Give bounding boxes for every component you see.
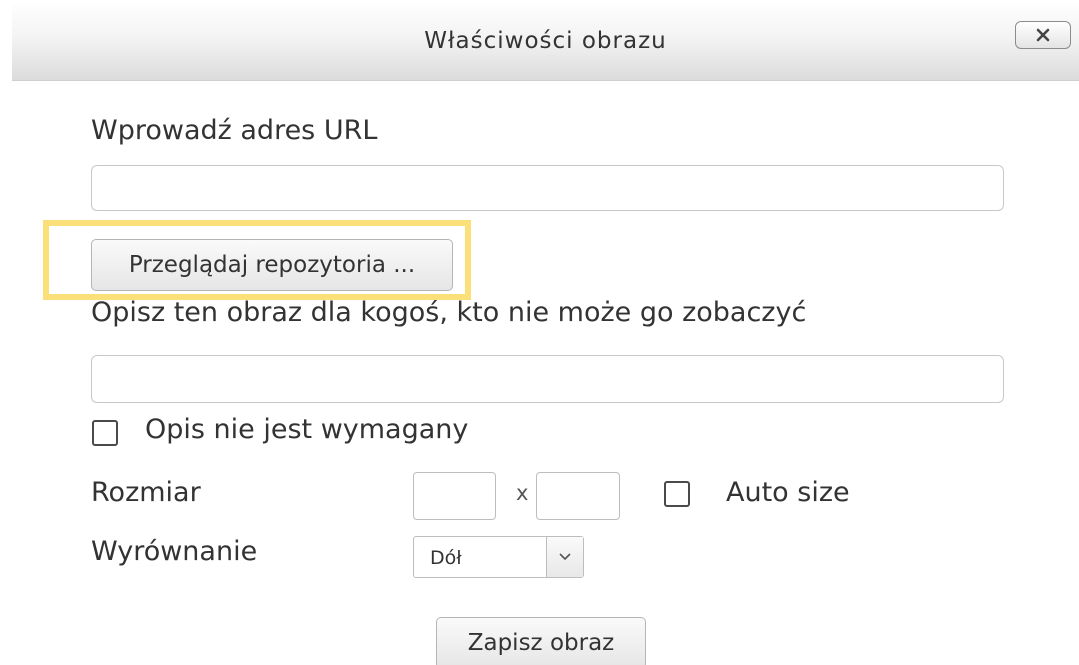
alignment-selected-value: Dół	[430, 547, 462, 569]
description-input[interactable]	[91, 355, 1004, 403]
description-not-required-checkbox[interactable]	[92, 420, 118, 446]
size-separator: x	[516, 481, 529, 505]
url-input[interactable]	[91, 165, 1004, 211]
alignment-select[interactable]: Dół	[413, 536, 584, 578]
alignment-label: Wyrównanie	[91, 536, 258, 567]
description-label: Opisz ten obraz dla kogoś, kto nie może …	[91, 297, 807, 328]
description-not-required-label: Opis nie jest wymagany	[145, 414, 469, 445]
size-label: Rozmiar	[91, 477, 201, 508]
dialog-title: Właściwości obrazu	[424, 28, 667, 54]
width-input[interactable]	[413, 472, 496, 520]
auto-size-label: Auto size	[726, 477, 850, 508]
close-icon	[1036, 28, 1050, 42]
browse-repositories-button[interactable]: Przeglądaj repozytoria ...	[91, 239, 453, 291]
chevron-down-icon	[559, 553, 571, 561]
dialog-titlebar: Właściwości obrazu	[12, 0, 1079, 81]
url-label: Wprowadź adres URL	[91, 115, 378, 146]
image-properties-dialog: Właściwości obrazu Wprowadź adres URL Pr…	[0, 0, 1079, 665]
close-button[interactable]	[1015, 21, 1071, 49]
height-input[interactable]	[536, 472, 620, 520]
select-arrow	[546, 537, 583, 577]
auto-size-checkbox[interactable]	[664, 481, 690, 507]
save-image-button[interactable]: Zapisz obraz	[436, 617, 646, 665]
